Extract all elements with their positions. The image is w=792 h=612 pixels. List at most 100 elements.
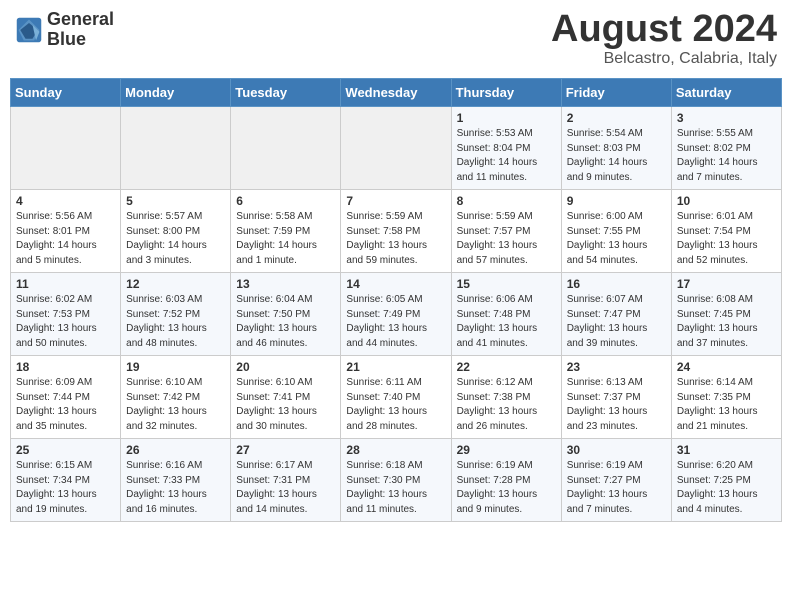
weekday-header-row: SundayMondayTuesdayWednesdayThursdayFrid… (11, 79, 782, 107)
cell-content: Sunrise: 6:14 AMSunset: 7:35 PMDaylight:… (677, 376, 776, 434)
cell-content: Sunrise: 6:19 AMSunset: 7:27 PMDaylight:… (567, 459, 666, 517)
calendar-week-1: 1 Sunrise: 5:53 AMSunset: 8:04 PMDaylight… (11, 107, 782, 190)
day-number: 17 (677, 277, 776, 291)
day-number: 18 (16, 360, 115, 374)
cell-content: Sunrise: 5:57 AMSunset: 8:00 PMDaylight:… (126, 210, 225, 268)
cell-content: Sunrise: 6:06 AMSunset: 7:48 PMDaylight:… (457, 293, 556, 351)
day-number: 30 (567, 443, 666, 457)
calendar-week-5: 25 Sunrise: 6:15 AMSunset: 7:34 PMDayligh… (11, 439, 782, 522)
day-number: 8 (457, 194, 556, 208)
cell-content: Sunrise: 5:59 AMSunset: 7:57 PMDaylight:… (457, 210, 556, 268)
day-number: 15 (457, 277, 556, 291)
day-number: 21 (346, 360, 445, 374)
calendar-cell: 4Sunrise: 5:56 AMSunset: 8:01 PMDaylight… (11, 190, 121, 273)
calendar-body: 1 Sunrise: 5:53 AMSunset: 8:04 PMDaylight… (11, 107, 782, 522)
day-number: 9 (567, 194, 666, 208)
day-number: 14 (346, 277, 445, 291)
cell-content: Sunrise: 6:04 AMSunset: 7:50 PMDaylight:… (236, 293, 335, 351)
calendar-week-4: 18 Sunrise: 6:09 AMSunset: 7:44 PMDayligh… (11, 356, 782, 439)
calendar-week-3: 11Sunrise: 6:02 AMSunset: 7:53 PMDayligh… (11, 273, 782, 356)
cell-content: Sunrise: 6:01 AMSunset: 7:54 PMDaylight:… (677, 210, 776, 268)
calendar-cell: 18 Sunrise: 6:09 AMSunset: 7:44 PMDayligh… (11, 356, 121, 439)
calendar-cell: 23Sunrise: 6:13 AMSunset: 7:37 PMDayligh… (561, 356, 671, 439)
day-number: 2 (567, 111, 666, 125)
calendar-cell: 13 Sunrise: 6:04 AMSunset: 7:50 PMDayligh… (231, 273, 341, 356)
cell-content: Sunrise: 5:59 AMSunset: 7:58 PMDaylight:… (346, 210, 445, 268)
location-subtitle: Belcastro, Calabria, Italy (551, 50, 777, 68)
calendar-cell: 22 Sunrise: 6:12 AMSunset: 7:38 PMDayligh… (451, 356, 561, 439)
cell-content: Sunrise: 6:07 AMSunset: 7:47 PMDaylight:… (567, 293, 666, 351)
day-number: 31 (677, 443, 776, 457)
cell-content: Sunrise: 6:15 AMSunset: 7:34 PMDaylight:… (16, 459, 115, 517)
weekday-header-sunday: Sunday (11, 79, 121, 107)
day-number: 6 (236, 194, 335, 208)
calendar-cell: 7 Sunrise: 5:59 AMSunset: 7:58 PMDaylight… (341, 190, 451, 273)
cell-content: Sunrise: 6:20 AMSunset: 7:25 PMDaylight:… (677, 459, 776, 517)
calendar-cell: 24Sunrise: 6:14 AMSunset: 7:35 PMDayligh… (671, 356, 781, 439)
calendar-cell: 15 Sunrise: 6:06 AMSunset: 7:48 PMDayligh… (451, 273, 561, 356)
calendar-cell: 30 Sunrise: 6:19 AMSunset: 7:27 PMDayligh… (561, 439, 671, 522)
weekday-header-saturday: Saturday (671, 79, 781, 107)
cell-content: Sunrise: 5:54 AMSunset: 8:03 PMDaylight:… (567, 127, 666, 185)
calendar-cell: 9 Sunrise: 6:00 AMSunset: 7:55 PMDaylight… (561, 190, 671, 273)
calendar-cell (11, 107, 121, 190)
calendar-cell: 25 Sunrise: 6:15 AMSunset: 7:34 PMDayligh… (11, 439, 121, 522)
logo-line2: Blue (47, 30, 114, 50)
calendar-cell: 10 Sunrise: 6:01 AMSunset: 7:54 PMDayligh… (671, 190, 781, 273)
day-number: 12 (126, 277, 225, 291)
cell-content: Sunrise: 5:56 AMSunset: 8:01 PMDaylight:… (16, 210, 115, 268)
cell-content: Sunrise: 6:17 AMSunset: 7:31 PMDaylight:… (236, 459, 335, 517)
cell-content: Sunrise: 5:55 AMSunset: 8:02 PMDaylight:… (677, 127, 776, 185)
calendar-cell: 3Sunrise: 5:55 AMSunset: 8:02 PMDaylight… (671, 107, 781, 190)
weekday-header-thursday: Thursday (451, 79, 561, 107)
calendar-cell: 31 Sunrise: 6:20 AMSunset: 7:25 PMDayligh… (671, 439, 781, 522)
month-year-title: August 2024 (551, 10, 777, 48)
day-number: 19 (126, 360, 225, 374)
day-number: 13 (236, 277, 335, 291)
calendar-cell: 6 Sunrise: 5:58 AMSunset: 7:59 PMDaylight… (231, 190, 341, 273)
day-number: 7 (346, 194, 445, 208)
logo-line1: General (47, 10, 114, 30)
cell-content: Sunrise: 6:00 AMSunset: 7:55 PMDaylight:… (567, 210, 666, 268)
calendar-header: SundayMondayTuesdayWednesdayThursdayFrid… (11, 79, 782, 107)
cell-content: Sunrise: 6:03 AMSunset: 7:52 PMDaylight:… (126, 293, 225, 351)
weekday-header-monday: Monday (121, 79, 231, 107)
day-number: 27 (236, 443, 335, 457)
logo: General Blue (15, 10, 114, 50)
cell-content: Sunrise: 5:53 AMSunset: 8:04 PMDaylight:… (457, 127, 556, 185)
weekday-header-tuesday: Tuesday (231, 79, 341, 107)
calendar-cell: 27 Sunrise: 6:17 AMSunset: 7:31 PMDayligh… (231, 439, 341, 522)
cell-content: Sunrise: 6:10 AMSunset: 7:42 PMDaylight:… (126, 376, 225, 434)
calendar-cell: 20Sunrise: 6:10 AMSunset: 7:41 PMDayligh… (231, 356, 341, 439)
calendar-cell: 14Sunrise: 6:05 AMSunset: 7:49 PMDayligh… (341, 273, 451, 356)
day-number: 10 (677, 194, 776, 208)
day-number: 5 (126, 194, 225, 208)
calendar-cell (121, 107, 231, 190)
calendar-cell: 16Sunrise: 6:07 AMSunset: 7:47 PMDayligh… (561, 273, 671, 356)
weekday-header-friday: Friday (561, 79, 671, 107)
calendar-cell: 12 Sunrise: 6:03 AMSunset: 7:52 PMDayligh… (121, 273, 231, 356)
cell-content: Sunrise: 5:58 AMSunset: 7:59 PMDaylight:… (236, 210, 335, 268)
calendar-cell: 21Sunrise: 6:11 AMSunset: 7:40 PMDayligh… (341, 356, 451, 439)
day-number: 20 (236, 360, 335, 374)
calendar-week-2: 4Sunrise: 5:56 AMSunset: 8:01 PMDaylight… (11, 190, 782, 273)
calendar-table: SundayMondayTuesdayWednesdayThursdayFrid… (10, 78, 782, 522)
day-number: 1 (457, 111, 556, 125)
day-number: 28 (346, 443, 445, 457)
calendar-cell: 29Sunrise: 6:19 AMSunset: 7:28 PMDayligh… (451, 439, 561, 522)
calendar-cell: 11Sunrise: 6:02 AMSunset: 7:53 PMDayligh… (11, 273, 121, 356)
calendar-cell: 19 Sunrise: 6:10 AMSunset: 7:42 PMDayligh… (121, 356, 231, 439)
calendar-cell: 5 Sunrise: 5:57 AMSunset: 8:00 PMDaylight… (121, 190, 231, 273)
day-number: 22 (457, 360, 556, 374)
cell-content: Sunrise: 6:16 AMSunset: 7:33 PMDaylight:… (126, 459, 225, 517)
calendar-cell (341, 107, 451, 190)
cell-content: Sunrise: 6:18 AMSunset: 7:30 PMDaylight:… (346, 459, 445, 517)
weekday-header-wednesday: Wednesday (341, 79, 451, 107)
logo-icon (15, 16, 43, 44)
day-number: 29 (457, 443, 556, 457)
day-number: 25 (16, 443, 115, 457)
calendar-cell: 26Sunrise: 6:16 AMSunset: 7:33 PMDayligh… (121, 439, 231, 522)
cell-content: Sunrise: 6:09 AMSunset: 7:44 PMDaylight:… (16, 376, 115, 434)
day-number: 11 (16, 277, 115, 291)
cell-content: Sunrise: 6:12 AMSunset: 7:38 PMDaylight:… (457, 376, 556, 434)
